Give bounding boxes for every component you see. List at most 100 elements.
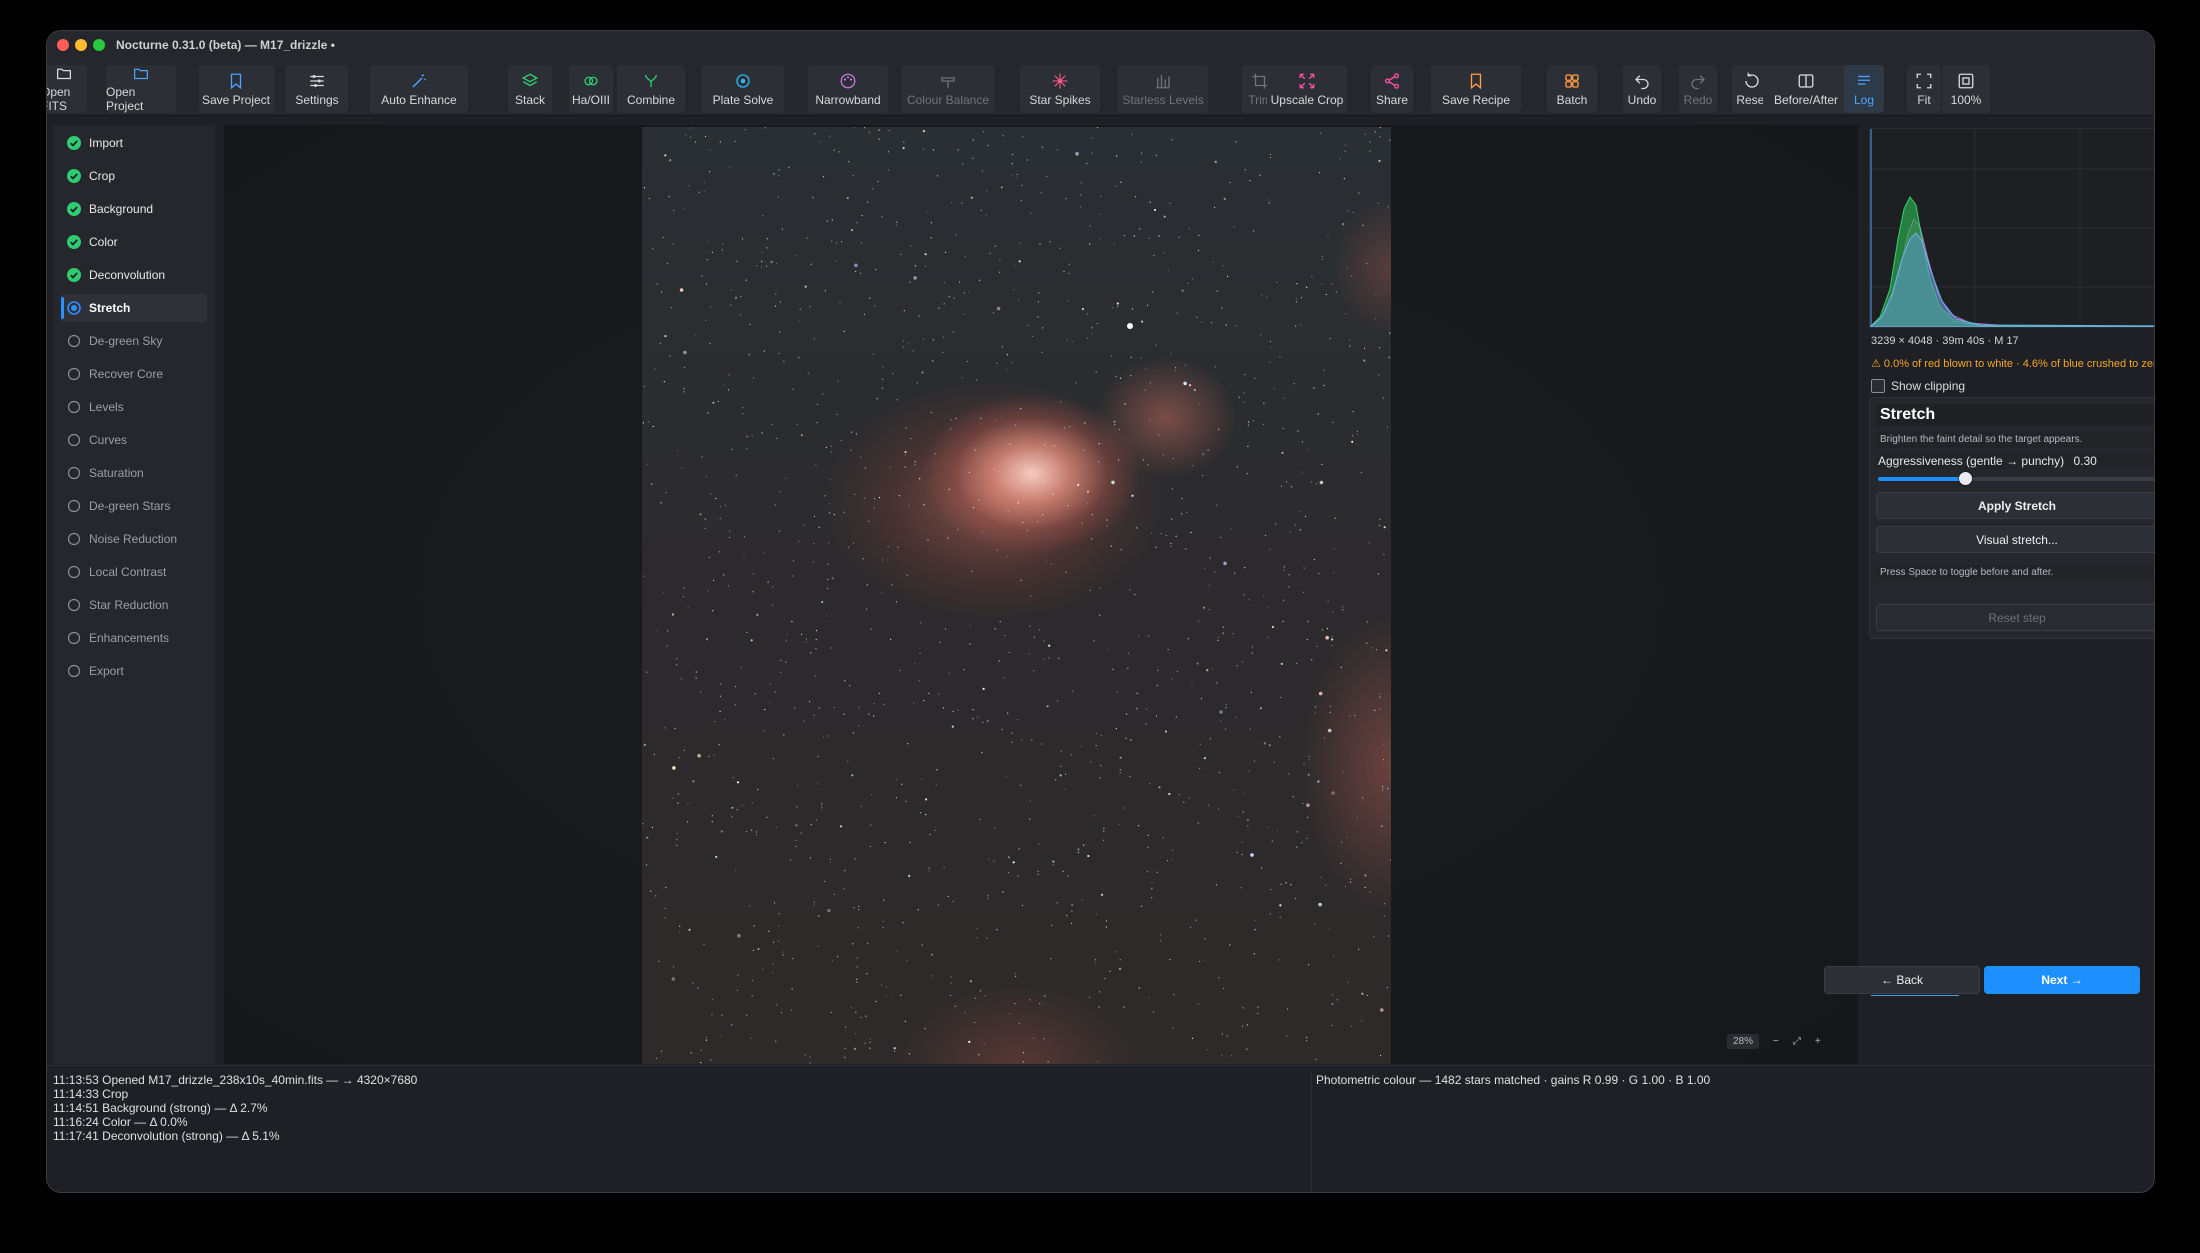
toolbar-button-label: Combine [626,92,676,107]
check-circle-icon [67,202,81,216]
toolbar-button-label: Undo [1627,92,1657,107]
open-fits-button[interactable]: Open FITS [47,65,87,113]
upscale-crop-button[interactable]: Upscale Crop [1267,65,1347,113]
log-entry: 11:16:24 Color — Δ 0.0% [53,1115,188,1129]
toolbar-button-label: Fit [1917,92,1931,107]
bookmark-icon [1470,73,1482,89]
narrowband-button[interactable]: Narrowband [808,65,888,113]
toolbar-button-label: Open Project [106,85,144,113]
sliders-icon [310,74,324,87]
app-window: Nocturne 0.31.0 (beta) — M17_drizzle • O… [47,31,2154,1192]
step-de-green-sky[interactable]: De-green Sky [61,327,207,355]
before-after-button[interactable]: Before/After [1763,65,1849,113]
batch-button[interactable]: Batch [1547,65,1597,113]
show-clipping-checkbox[interactable] [1871,379,1885,393]
reset-step-button[interactable]: Reset step [1876,604,2154,631]
fit-button[interactable]: Fit [1907,65,1941,113]
astro-image[interactable] [642,127,1391,1064]
minimize-window-button[interactable] [75,39,87,51]
toolbar-button-label: Colour Balance [906,92,990,107]
step-curves[interactable]: Curves [61,426,207,454]
step-noise-reduction[interactable]: Noise Reduction [61,525,207,553]
show-clipping-label: Show clipping [1891,379,1966,393]
redo-button[interactable]: Redo [1679,65,1717,113]
back-button[interactable]: ← Back [1824,966,1980,994]
slider-handle[interactable] [1959,472,1973,485]
save-recipe-button[interactable]: Save Recipe [1431,65,1521,113]
brush-icon [941,76,955,88]
step-recover-core[interactable]: Recover Core [61,360,207,388]
aggressiveness-label: Aggressiveness (gentle → punchy) [1878,454,2065,468]
aggressiveness-slider[interactable] [1878,472,2154,485]
plate-solve-button[interactable]: Plate Solve [702,65,784,113]
status-text: Photometric colour — 1482 stars matched … [1316,1073,1711,1087]
empty-circle-icon [67,400,81,414]
zoom-controls: 28% − ⤢ + [1727,1032,1821,1050]
ha-oiii-button[interactable]: Ha/OIII [569,65,613,113]
image-info: 3239 × 4048 · 39m 40s · M 17 [1871,335,2019,347]
panel-title: Stretch [1876,404,2154,426]
step-color[interactable]: Color [61,228,207,256]
toolbar-button-label: Starless Levels [1122,92,1204,107]
apply-stretch-button[interactable]: Apply Stretch [1876,492,2154,519]
combine-button[interactable]: Combine [617,65,685,113]
close-window-button[interactable] [57,39,69,51]
share-button[interactable]: Share [1371,65,1413,113]
zoom-out-button[interactable]: − [1773,1036,1779,1047]
starless-levels-button[interactable]: Starless Levels [1118,65,1208,113]
check-circle-icon [67,169,81,183]
step-background[interactable]: Background [61,195,207,223]
show-clipping-toggle[interactable]: Show clipping [1871,379,1965,393]
step-export[interactable]: Export [61,657,207,685]
log-panel: 11:13:53 Opened M17_drizzle_238x10s_40mi… [53,1073,1309,1192]
star-spikes-button[interactable]: Star Spikes [1020,65,1100,113]
step-local-contrast[interactable]: Local Contrast [61,558,207,586]
aggressiveness-value: 0.30 [2073,454,2097,468]
step-label: Local Contrast [89,565,167,579]
zoom-level: 28% [1727,1033,1760,1049]
empty-circle-icon [67,664,81,678]
histogram [1868,128,2154,328]
step-label: Import [89,136,124,150]
stack-button[interactable]: Stack [508,65,552,113]
sparkle-icon [1052,73,1068,88]
empty-circle-icon [67,367,81,381]
toolbar-button-label: Plate Solve [712,92,774,107]
step-levels[interactable]: Levels [61,393,207,421]
colour-balance-button[interactable]: Colour Balance [902,65,994,113]
step-star-reduction[interactable]: Star Reduction [61,591,207,619]
undo-button[interactable]: Undo [1623,65,1661,113]
auto-enhance-button[interactable]: Auto Enhance [370,65,468,113]
slider-fill [1878,477,1966,481]
toolbar-button-label: Save Recipe [1441,92,1511,107]
title-bar: Nocturne 0.31.0 (beta) — M17_drizzle • [47,31,2154,59]
settings-button[interactable]: Settings [286,65,348,113]
save-project-button[interactable]: Save Project [198,65,274,113]
step-crop[interactable]: Crop [61,162,207,190]
open-project-button[interactable]: Open Project [106,65,176,113]
visual-stretch-button[interactable]: Visual stretch... [1876,526,2154,553]
image-viewer[interactable] [224,125,1858,1064]
toolbar-button-label: Open FITS [47,85,71,113]
folder-icon [56,68,72,80]
fit-view-button[interactable]: ⤢ [1793,1036,1801,1047]
step-saturation[interactable]: Saturation [61,459,207,487]
log-button[interactable]: Log [1844,65,1884,113]
100-button[interactable]: 100% [1942,65,1990,113]
step-import[interactable]: Import [61,129,207,157]
toolbar-button-label: Save Project [201,92,271,107]
next-button[interactable]: Next → [1984,966,2140,994]
step-label: Saturation [89,466,144,480]
empty-circle-icon [67,334,81,348]
check-circle-icon [67,235,81,249]
zoom-in-button[interactable]: + [1815,1036,1821,1047]
zoom-window-button[interactable] [93,39,105,51]
step-label: Stretch [89,301,131,315]
empty-circle-icon [67,532,81,546]
clipping-warning: ⚠ 0.0% of red blown to white · 4.6% of b… [1871,358,2154,370]
step-deconvolution[interactable]: Deconvolution [61,261,207,289]
empty-circle-icon [67,433,81,447]
step-enhancements[interactable]: Enhancements [61,624,207,652]
step-stretch[interactable]: Stretch [61,294,207,322]
step-de-green-stars[interactable]: De-green Stars [61,492,207,520]
